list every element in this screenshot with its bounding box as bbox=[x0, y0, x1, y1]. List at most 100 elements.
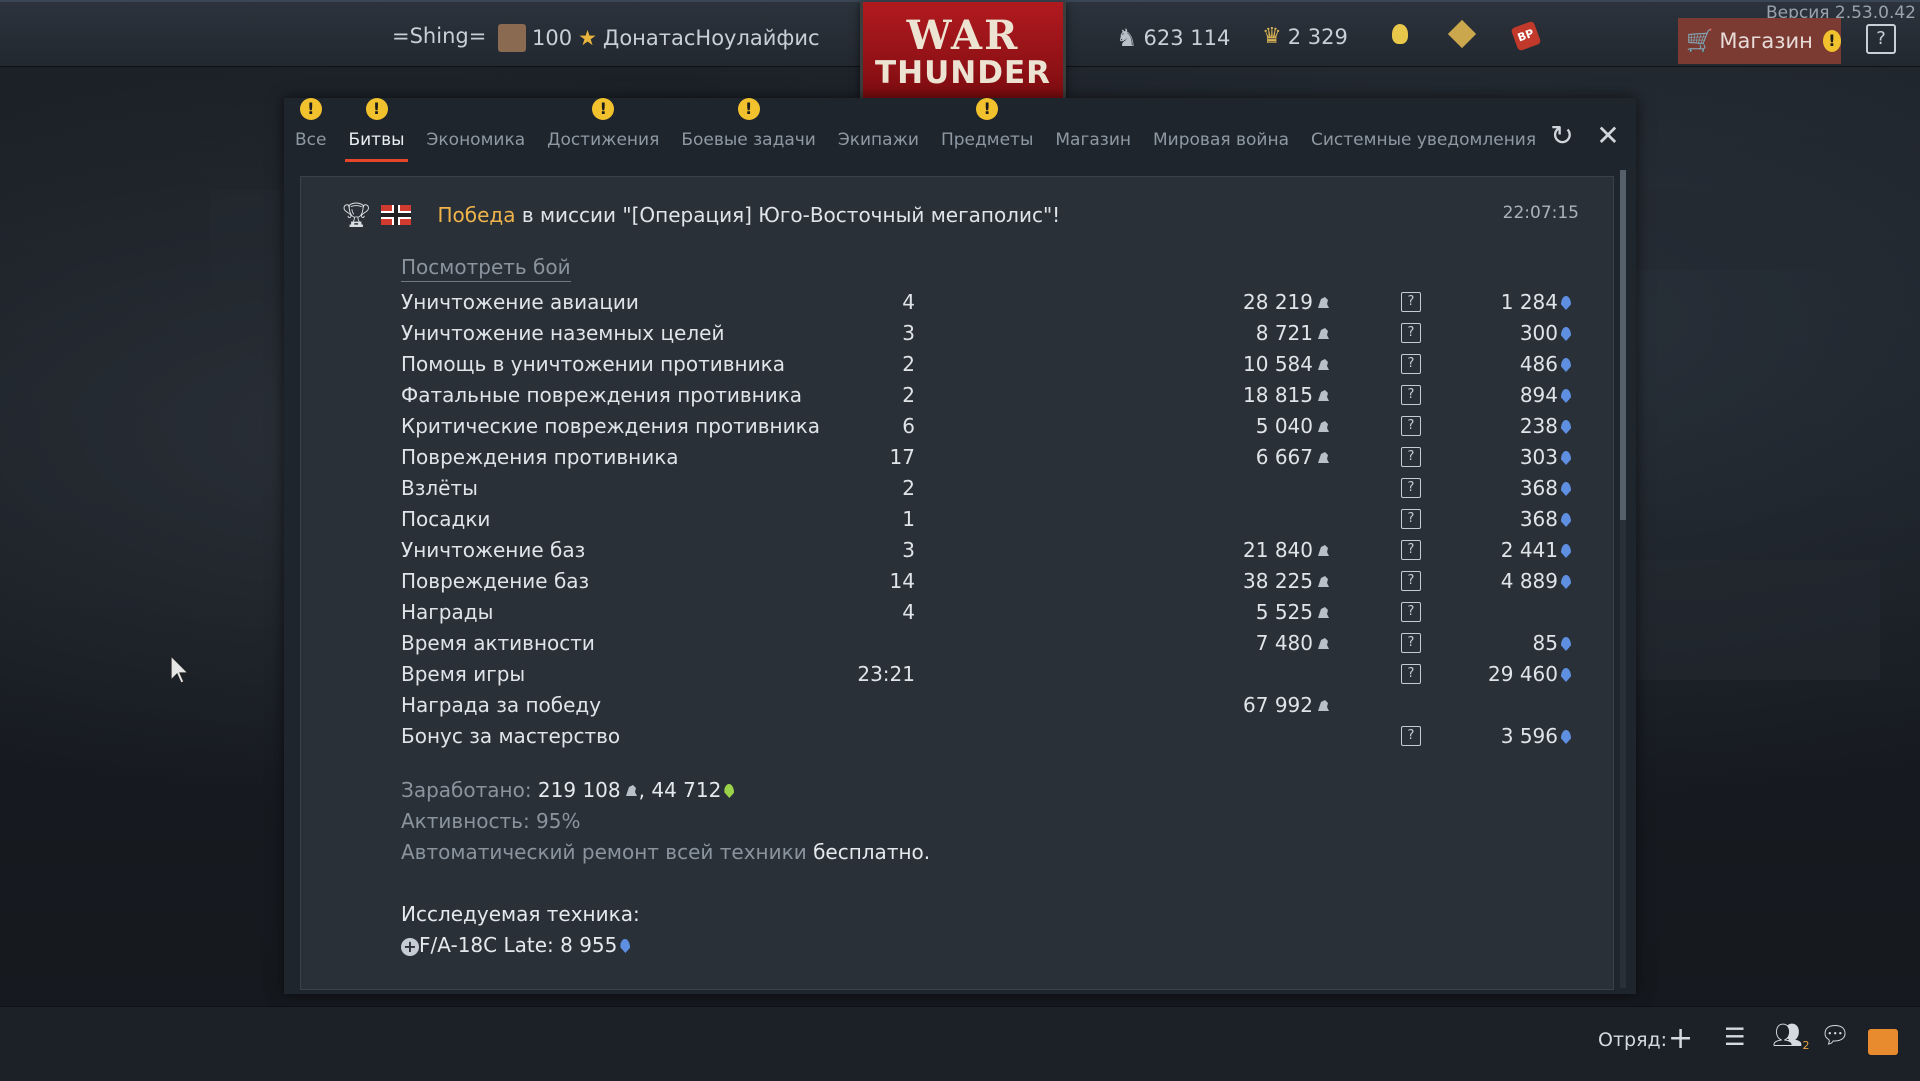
rp-value: 303 bbox=[1519, 445, 1558, 469]
help-icon[interactable]: ? bbox=[1401, 447, 1421, 467]
tab-1[interactable]: Битвы! bbox=[337, 98, 415, 162]
table-row: Фатальные повреждения противника 2 18 815 8… bbox=[401, 380, 1571, 411]
tab-6[interactable]: Предметы! bbox=[930, 98, 1044, 160]
help-icon[interactable]: ? bbox=[1401, 478, 1421, 498]
help-icon[interactable]: ? bbox=[1401, 385, 1421, 405]
mission-text: в миссии "[Операция] Юго-Восточный мегап… bbox=[515, 203, 1061, 227]
tab-3[interactable]: Достижения! bbox=[536, 98, 670, 160]
earned-rp: 44 712 bbox=[651, 778, 722, 802]
list-icon[interactable]: ☰ bbox=[1724, 1023, 1746, 1051]
table-row: Уничтожение наземных целей 3 8 721 300? bbox=[401, 318, 1571, 349]
battle-pass-icon[interactable]: BP bbox=[1510, 20, 1542, 52]
help-icon[interactable]: ? bbox=[1401, 540, 1421, 560]
row-count: 14 bbox=[889, 569, 915, 593]
help-icon[interactable]: ? bbox=[1401, 416, 1421, 436]
message-title: Победа в миссии "[Операция] Юго-Восточны… bbox=[437, 203, 1060, 227]
friends-icon[interactable]: 👥︎2 bbox=[1772, 1021, 1809, 1052]
tab-2[interactable]: Экономика bbox=[416, 120, 537, 160]
rp-value: 1 284 bbox=[1500, 290, 1558, 314]
shop-label: Магазин bbox=[1719, 29, 1813, 53]
chat-icon[interactable]: 💬︎ bbox=[1820, 1021, 1850, 1049]
row-silver-lions: 5 525 bbox=[971, 600, 1331, 624]
help-icon[interactable]: ? bbox=[1401, 602, 1421, 622]
sl-value: 67 992 bbox=[1243, 693, 1313, 717]
top-bar: Версия 2.53.0.42 =Shing= 100 ★ ДонатасНо… bbox=[0, 0, 1920, 107]
table-row: Повреждения противника 17 6 667 303? bbox=[401, 442, 1571, 473]
help-button[interactable]: ? bbox=[1866, 24, 1896, 54]
research-line[interactable]: + F/A-18C Late: 8 955 bbox=[401, 930, 930, 961]
golden-eagles-balance[interactable]: ♛ 2 329 bbox=[1262, 24, 1348, 49]
rp-icon bbox=[1561, 482, 1571, 496]
row-label: Время игры bbox=[401, 662, 526, 686]
help-icon[interactable]: ? bbox=[1401, 633, 1421, 653]
shop-button[interactable]: 🛒 Магазин ! bbox=[1678, 18, 1841, 64]
silver-lions-value: 623 114 bbox=[1143, 26, 1231, 50]
warning-icon: ! bbox=[299, 98, 322, 120]
rp-value: 3 596 bbox=[1500, 724, 1558, 748]
rp-value: 368 bbox=[1519, 476, 1558, 500]
table-row: Награда за победу 67 992 bbox=[401, 690, 1401, 721]
war-thunder-logo[interactable]: WAR THUNDER bbox=[860, 2, 1066, 107]
scrollbar[interactable] bbox=[1620, 170, 1626, 988]
mail-icon[interactable] bbox=[1868, 1029, 1898, 1055]
help-icon[interactable]: ? bbox=[1401, 354, 1421, 374]
activity-label: Активность: bbox=[401, 809, 537, 833]
rp-icon bbox=[1561, 420, 1571, 434]
earned-label: Заработано: bbox=[401, 778, 538, 802]
rp-icon bbox=[1561, 513, 1571, 527]
premium-diamond-icon[interactable] bbox=[1447, 19, 1477, 49]
cart-icon: 🛒 bbox=[1686, 28, 1714, 54]
row-label: Бонус за мастерство bbox=[401, 724, 621, 748]
help-icon[interactable]: ? bbox=[1401, 323, 1421, 343]
free-rp-icon bbox=[724, 784, 735, 798]
row-label: Время активности bbox=[401, 631, 595, 655]
squad-label: Отряд: bbox=[1598, 1029, 1668, 1051]
close-button[interactable]: ✕ bbox=[1594, 122, 1622, 150]
table-row: Время активности 7 480 85? bbox=[401, 628, 1571, 659]
rp-value: 486 bbox=[1519, 352, 1558, 376]
row-label: Награда за победу bbox=[401, 693, 602, 717]
help-icon[interactable]: ? bbox=[1401, 571, 1421, 591]
summary: Заработано: 219 108, 44 712 Активность: … bbox=[401, 775, 930, 961]
trophy-icon: 🏆︎ bbox=[341, 201, 372, 229]
help-icon[interactable]: ? bbox=[1401, 509, 1421, 529]
refresh-button[interactable]: ↻ bbox=[1548, 122, 1576, 150]
watch-battle-link[interactable]: Посмотреть бой bbox=[401, 255, 571, 282]
silver-lions-balance[interactable]: ♞ 623 114 bbox=[1116, 24, 1230, 52]
help-icon[interactable]: ? bbox=[1401, 726, 1421, 746]
silver-lion-icon bbox=[1313, 693, 1331, 717]
tab-9[interactable]: Системные уведомления bbox=[1300, 120, 1547, 160]
tab-8[interactable]: Мировая война bbox=[1142, 120, 1300, 160]
rp-value: 85 bbox=[1532, 631, 1558, 655]
tab-bar: Все! Битвы! Экономика Достижения! Боевые зад… bbox=[284, 98, 1547, 162]
row-label: Взлёты bbox=[401, 476, 478, 500]
help-icon[interactable]: ? bbox=[1401, 664, 1421, 684]
scrollbar-thumb[interactable] bbox=[1620, 170, 1626, 520]
tab-label: Достижения bbox=[547, 130, 660, 150]
rp-icon bbox=[620, 939, 631, 953]
research-label: Исследуемая техника: bbox=[401, 902, 640, 926]
warning-icon: ! bbox=[365, 98, 388, 120]
help-icon[interactable]: ? bbox=[1401, 292, 1421, 312]
activity-line: Активность: 95% bbox=[401, 806, 930, 837]
tab-label: Предметы bbox=[940, 130, 1034, 150]
tab-7[interactable]: Магазин bbox=[1044, 120, 1142, 160]
table-row: Посадки 1 368? bbox=[401, 504, 1571, 535]
squad-tag[interactable]: =Shing= bbox=[392, 24, 486, 48]
tab-label: Экипажи bbox=[837, 130, 919, 150]
rp-value: 300 bbox=[1519, 321, 1558, 345]
row-label: Уничтожение авиации bbox=[401, 290, 639, 314]
lightbulb-icon[interactable] bbox=[1392, 24, 1408, 44]
tab-label: Боевые задачи bbox=[681, 130, 816, 150]
row-label: Повреждения противника bbox=[401, 445, 679, 469]
rp-icon bbox=[1561, 637, 1571, 651]
plus-circle-icon: + bbox=[401, 938, 419, 956]
tab-0[interactable]: Все! bbox=[284, 98, 337, 160]
tab-5[interactable]: Экипажи bbox=[827, 120, 930, 160]
avatar bbox=[498, 24, 526, 52]
add-squad-icon[interactable]: + bbox=[1668, 1021, 1693, 1056]
tab-4[interactable]: Боевые задачи! bbox=[670, 98, 827, 160]
profile-button[interactable]: 100 ★ ДонатасНоулайфис bbox=[498, 24, 820, 52]
table-row: Награды 4 5 525? bbox=[401, 597, 1421, 628]
earned-separator: , bbox=[638, 778, 652, 802]
